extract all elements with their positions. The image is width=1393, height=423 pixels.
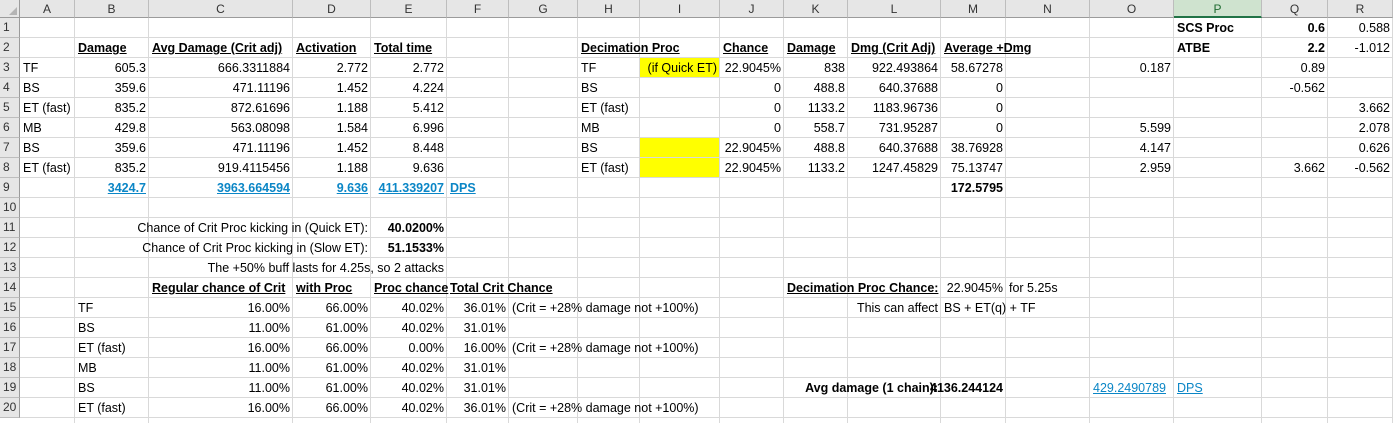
column-header-f[interactable]: F (447, 0, 509, 18)
cell-q4[interactable]: -0.562 (1028, 78, 1328, 98)
cell-g17[interactable]: (Crit = +28% damage not +100%) (509, 338, 699, 358)
cell-c2[interactable]: Avg Damage (Crit adj) (149, 38, 296, 58)
row-header-2[interactable]: 2 (0, 38, 20, 58)
cell-l2[interactable]: Dmg (Crit Adj) (848, 38, 944, 58)
row-header-13[interactable]: 13 (0, 258, 20, 278)
column-header-a[interactable]: A (20, 0, 75, 18)
column-header-g[interactable]: G (509, 0, 578, 18)
cell-q3[interactable]: 0.89 (1028, 58, 1328, 78)
cell-o19[interactable]: 429.2490789 (1090, 378, 1177, 398)
column-header-k[interactable]: K (784, 0, 848, 18)
cell-d14[interactable]: with Proc (293, 278, 374, 298)
cell-m14[interactable]: 22.9045% (706, 278, 1006, 298)
column-header-l[interactable]: L (848, 0, 941, 18)
cell-e4[interactable]: 4.224 (147, 78, 447, 98)
cell-e7[interactable]: 8.448 (147, 138, 447, 158)
cell-f14[interactable]: Total Crit Chance (447, 278, 553, 298)
cell-r6[interactable]: 2.078 (1093, 118, 1393, 138)
cell-f17[interactable]: 16.00% (209, 338, 509, 358)
cell-r2[interactable]: -1.012 (1093, 38, 1393, 58)
cell-r7[interactable]: 0.626 (1093, 138, 1393, 158)
cell-m2[interactable]: Average +Dmg (941, 38, 1031, 58)
row-header-10[interactable]: 10 (0, 198, 20, 218)
row-header-1[interactable]: 1 (0, 18, 20, 38)
column-header-i[interactable]: I (640, 0, 720, 18)
cell-r5[interactable]: 3.662 (1093, 98, 1393, 118)
column-header-r[interactable]: R (1328, 0, 1393, 18)
select-all-corner[interactable] (0, 0, 20, 18)
cell-e6[interactable]: 6.996 (147, 118, 447, 138)
cell-m4[interactable]: 0 (706, 78, 1006, 98)
cell-e9[interactable]: 411.339207 (147, 178, 447, 198)
cell-m9[interactable]: 172.5795 (706, 178, 1006, 198)
cell-e2[interactable]: Total time (371, 38, 450, 58)
cell-f9[interactable]: DPS (447, 178, 512, 198)
cell-e8[interactable]: 9.636 (147, 158, 447, 178)
column-header-o[interactable]: O (1090, 0, 1174, 18)
column-header-j[interactable]: J (720, 0, 784, 18)
cell-f15[interactable]: 36.01% (209, 298, 509, 318)
cell-m19[interactable]: 4136.244124 (706, 378, 1006, 398)
cell-f19[interactable]: 31.01% (209, 378, 509, 398)
cell-f18[interactable]: 31.01% (209, 358, 509, 378)
cell-d2[interactable]: Activation (293, 38, 374, 58)
column-header-p[interactable]: P (1174, 0, 1262, 18)
column-header-d[interactable]: D (293, 0, 371, 18)
cell-e12[interactable]: 51.1533% (147, 238, 447, 258)
cell-e11[interactable]: 40.0200% (147, 218, 447, 238)
cell-b2[interactable]: Damage (75, 38, 152, 58)
cell-r8[interactable]: -0.562 (1093, 158, 1393, 178)
column-header-m[interactable]: M (941, 0, 1006, 18)
column-header-e[interactable]: E (371, 0, 447, 18)
cell-l15[interactable]: This can affect (641, 298, 941, 318)
cell-h2[interactable]: Decimation Proc (578, 38, 680, 58)
column-header-b[interactable]: B (75, 0, 149, 18)
cell-g20[interactable]: (Crit = +28% damage not +100%) (509, 398, 699, 418)
column-header-c[interactable]: C (149, 0, 293, 18)
row-header-14[interactable]: 14 (0, 278, 20, 298)
spreadsheet-grid[interactable]: ABCDEFGHIJKLMNOPQR 1 2 3 4 5 6 7 8 9 10 11 12 13 14 15… (0, 0, 1393, 423)
cell-n14[interactable]: for 5.25s (1006, 278, 1093, 298)
cell-e13[interactable]: The +50% buff lasts for 4.25s, so 2 atta… (147, 258, 447, 278)
cell-f16[interactable]: 31.01% (209, 318, 509, 338)
cell-m5[interactable]: 0 (706, 98, 1006, 118)
cell-p19[interactable]: DPS (1174, 378, 1265, 398)
row-header-12[interactable]: 12 (0, 238, 20, 258)
cell-e14[interactable]: Proc chance (371, 278, 450, 298)
cell-m15[interactable]: BS + ET(q) + TF (941, 298, 1035, 318)
column-header-n[interactable]: N (1006, 0, 1090, 18)
cell-k2[interactable]: Damage (784, 38, 851, 58)
cell-j2[interactable]: Chance (720, 38, 787, 58)
cell-e5[interactable]: 5.412 (147, 98, 447, 118)
cell-c14[interactable]: Regular chance of Crit (149, 278, 296, 298)
cell-e3[interactable]: 2.772 (147, 58, 447, 78)
column-header-h[interactable]: H (578, 0, 640, 18)
cell-f20[interactable]: 36.01% (209, 398, 509, 418)
cell-r1[interactable]: 0.588 (1093, 18, 1393, 38)
column-header-q[interactable]: Q (1262, 0, 1328, 18)
row-header-11[interactable]: 11 (0, 218, 20, 238)
